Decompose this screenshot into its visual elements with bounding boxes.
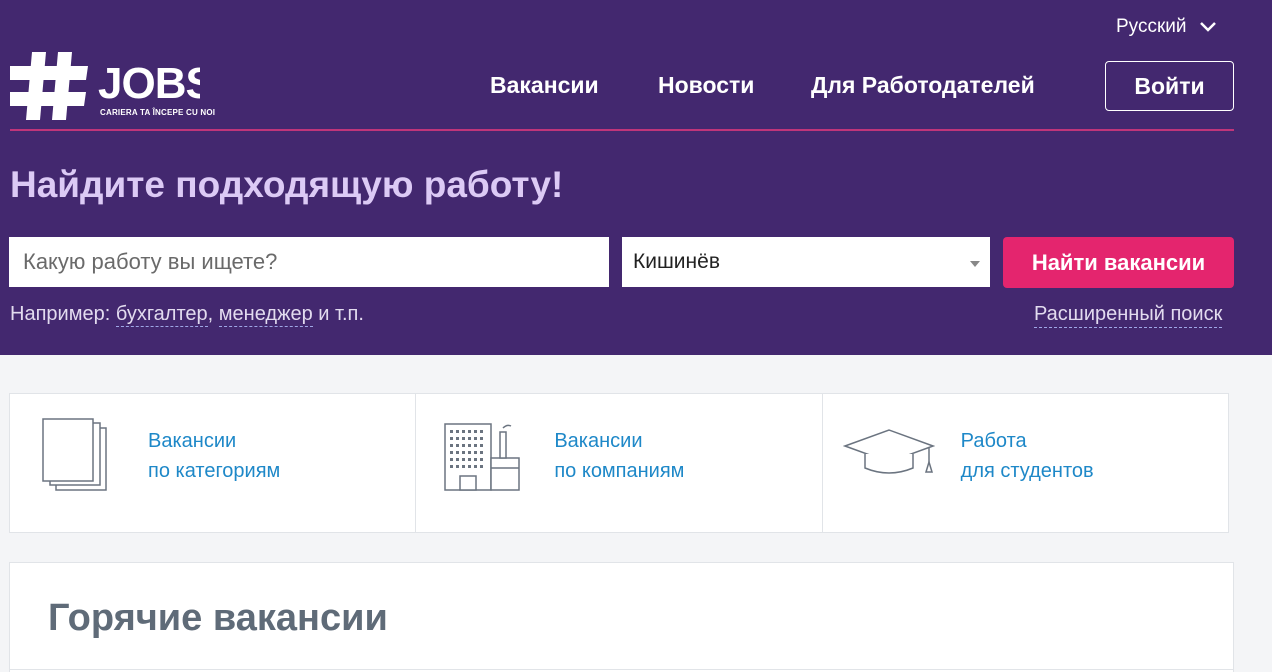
chevron-down-icon <box>1199 22 1216 32</box>
nav-news[interactable]: Новости <box>658 72 754 99</box>
example-prefix: Например: <box>10 303 111 325</box>
header-divider <box>10 129 1234 131</box>
example-link-manager[interactable]: менеджер <box>218 303 313 327</box>
logo-tagline: CARIERA TA ÎNCEPE CU NOI <box>100 108 216 117</box>
category-line1: Вакансии <box>554 430 643 452</box>
category-line1: Вакансии <box>148 430 237 452</box>
example-link-accountant[interactable]: бухгалтер <box>115 303 208 327</box>
category-card-label: Вакансии по компаниям <box>554 426 684 486</box>
hot-vacancies-title: Горячие вакансии <box>48 597 388 639</box>
category-line2: по компаниям <box>554 460 685 482</box>
building-icon <box>444 423 521 491</box>
category-card-by-company[interactable]: Вакансии по компаниям <box>416 394 823 532</box>
category-line2: для студентов <box>960 460 1094 482</box>
category-card-label: Работа для студентов <box>961 426 1094 486</box>
category-shortcuts: Вакансии по категориям Вакансии по компа… <box>9 393 1229 533</box>
svg-text:JOBS: JOBS <box>98 59 200 108</box>
graduation-cap-icon <box>842 429 935 474</box>
login-button[interactable]: Войти <box>1105 61 1234 111</box>
nav-vacancies[interactable]: Вакансии <box>490 72 599 99</box>
city-select[interactable]: Кишинёв <box>622 237 990 287</box>
category-line1: Работа <box>960 430 1027 452</box>
page-title: Найдите подходящую работу! <box>10 164 564 205</box>
documents-icon <box>42 418 107 491</box>
city-value: Кишинёв <box>633 250 720 273</box>
find-jobs-button[interactable]: Найти вакансии <box>1003 237 1234 288</box>
section-divider <box>10 669 1233 670</box>
advanced-search-link[interactable]: Расширенный поиск <box>1034 303 1223 328</box>
language-label: Русский <box>1116 16 1187 37</box>
language-selector[interactable]: Русский <box>1116 16 1217 38</box>
nav-employers[interactable]: Для Работодателей <box>811 72 1035 99</box>
hot-vacancies-section: Горячие вакансии <box>9 562 1234 672</box>
search-examples: Например: бухгалтер, менеджер и т.п. <box>10 303 364 327</box>
category-card-by-category[interactable]: Вакансии по категориям <box>10 394 417 532</box>
header: Русский JOBS CARIERA TA ÎNCEPE CU NOI Ва… <box>0 0 1272 355</box>
search-input[interactable] <box>9 237 609 287</box>
category-line2: по категориям <box>148 460 281 482</box>
category-card-students[interactable]: Работа для студентов <box>823 394 1228 532</box>
dropdown-caret-icon <box>970 261 980 267</box>
example-suffix: и т.п. <box>318 303 364 325</box>
category-card-label: Вакансии по категориям <box>148 426 280 486</box>
